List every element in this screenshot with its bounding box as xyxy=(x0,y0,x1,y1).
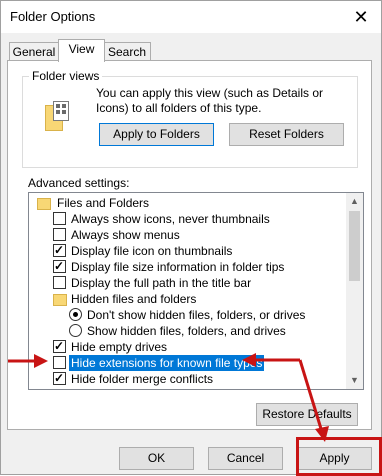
folder-options-dialog: Folder Options ✕ General View Search Fol… xyxy=(0,0,382,475)
annotation-apply-highlight xyxy=(296,437,382,476)
option-label: Show hidden files, folders, and drives xyxy=(87,324,286,338)
folder-views-legend: Folder views xyxy=(29,69,103,83)
option-label-selected: Hide extensions for known file types xyxy=(69,355,265,371)
reset-folders-button[interactable]: Reset Folders xyxy=(229,123,344,146)
option-label: Always show icons, never thumbnails xyxy=(71,212,270,226)
option-label: Don't show hidden files, folders, or dri… xyxy=(87,308,306,322)
option-label: Hide empty drives xyxy=(71,340,168,354)
option-label: Display file size information in folder … xyxy=(71,260,285,274)
checkbox[interactable] xyxy=(53,242,66,258)
checkbox[interactable] xyxy=(53,356,66,369)
tab-search[interactable]: Search xyxy=(103,42,151,61)
window-title: Folder Options xyxy=(10,9,96,24)
checkbox[interactable] xyxy=(53,370,66,386)
ok-button[interactable]: OK xyxy=(119,447,194,470)
tab-general[interactable]: General xyxy=(9,42,59,61)
radio-button[interactable] xyxy=(69,324,82,337)
cancel-button[interactable]: Cancel xyxy=(208,447,283,470)
checkbox[interactable] xyxy=(53,338,66,354)
checkbox[interactable] xyxy=(53,212,66,225)
folder-icon xyxy=(37,198,51,210)
option-label: Hide folder merge conflicts xyxy=(71,372,214,386)
folder-views-description: You can apply this view (such as Details… xyxy=(96,86,324,115)
tab-view[interactable]: View xyxy=(58,39,105,62)
advanced-settings-list[interactable]: Files and Folders Always show icons, nev… xyxy=(28,192,364,390)
view-tab-panel: Folder views You can apply this view (su… xyxy=(7,60,372,430)
category-label: Files and Folders xyxy=(57,196,150,210)
checkbox[interactable] xyxy=(53,258,66,274)
advanced-settings-label: Advanced settings: xyxy=(28,176,130,190)
vertical-scrollbar[interactable]: ▲ ▼ xyxy=(346,193,363,389)
radio-button[interactable] xyxy=(69,308,82,321)
folder-views-icon xyxy=(45,101,69,131)
folder-views-group: Folder views You can apply this view (su… xyxy=(22,69,358,168)
restore-defaults-button[interactable]: Restore Defaults xyxy=(256,403,358,426)
option-label: Display the full path in the title bar xyxy=(71,276,252,290)
scrollbar-thumb[interactable] xyxy=(349,211,360,281)
folder-icon xyxy=(53,294,67,306)
option-label: Display file icon on thumbnails xyxy=(71,244,233,258)
close-icon[interactable]: ✕ xyxy=(349,5,373,29)
category-label: Hidden files and folders xyxy=(71,292,197,306)
title-bar: Folder Options ✕ xyxy=(1,1,381,33)
checkbox[interactable] xyxy=(53,228,66,241)
scroll-down-icon[interactable]: ▼ xyxy=(346,372,363,389)
scroll-up-icon[interactable]: ▲ xyxy=(346,193,363,210)
apply-to-folders-button[interactable]: Apply to Folders xyxy=(99,123,214,146)
option-label: Always show menus xyxy=(71,228,180,242)
checkbox[interactable] xyxy=(53,276,66,289)
